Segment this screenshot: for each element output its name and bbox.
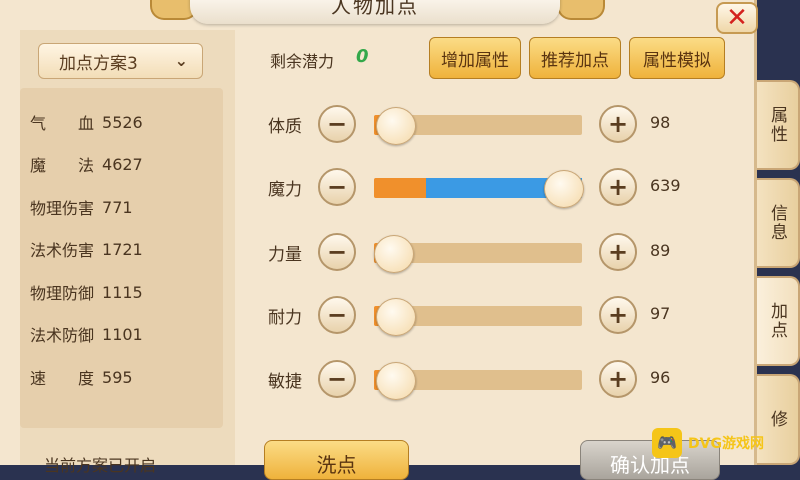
- attr-slider[interactable]: [374, 170, 584, 208]
- tab-label: 属性: [767, 106, 787, 144]
- stat-row-phys-dmg: 物理伤害 771: [30, 195, 133, 219]
- stat-label: 魔 法: [30, 156, 95, 175]
- stat-value: 1101: [102, 324, 143, 344]
- plus-icon: +: [607, 365, 629, 393]
- attr-slider[interactable]: [374, 298, 582, 336]
- stat-row-phys-def: 物理防御 1115: [30, 280, 143, 304]
- stat-label: 气 血: [30, 114, 95, 133]
- attr-row-magic: 魔力 − + 639: [268, 165, 688, 209]
- attr-label: 魔力: [268, 180, 302, 200]
- stat-row-mp: 魔 法 4627: [30, 152, 143, 176]
- title-ornament-right: [557, 0, 605, 20]
- tab-label: 加点: [767, 302, 787, 340]
- stat-label: 法术防御: [30, 326, 95, 345]
- increase-button[interactable]: +: [599, 233, 637, 271]
- decrease-button[interactable]: −: [318, 168, 356, 206]
- stat-label: 法术伤害: [30, 241, 95, 260]
- attr-label: 敏捷: [268, 372, 302, 392]
- plan-selector-label: 加点方案3: [59, 53, 138, 74]
- close-icon: ✕: [726, 3, 748, 33]
- attr-value: 639: [650, 176, 681, 195]
- stat-value: 1721: [102, 239, 143, 259]
- attr-value: 98: [650, 113, 671, 132]
- stat-row-magic-def: 法术防御 1101: [30, 322, 143, 346]
- attr-value: 96: [650, 368, 671, 387]
- stat-value: 595: [102, 367, 133, 387]
- plus-icon: +: [607, 238, 629, 266]
- increase-button[interactable]: +: [599, 168, 637, 206]
- tab-attributes[interactable]: 属性: [757, 80, 800, 170]
- stat-row-hp: 气 血 5526: [30, 110, 143, 134]
- minus-icon: −: [326, 173, 348, 201]
- tab-add-points[interactable]: 加点: [757, 276, 800, 366]
- stat-value: 5526: [102, 112, 143, 132]
- decrease-button[interactable]: −: [318, 360, 356, 398]
- attr-label: 耐力: [268, 308, 302, 328]
- wash-points-button[interactable]: 洗点: [264, 440, 409, 480]
- stat-value: 1115: [102, 282, 143, 302]
- decrease-button[interactable]: −: [318, 296, 356, 334]
- attr-row-constitution: 体质 − + 98: [268, 102, 688, 146]
- minus-icon: −: [326, 365, 348, 393]
- decrease-button[interactable]: −: [318, 233, 356, 271]
- attr-label: 力量: [268, 245, 302, 265]
- plan-selector[interactable]: 加点方案3 ⌄: [38, 43, 203, 79]
- minus-icon: −: [326, 301, 348, 329]
- slider-knob[interactable]: [376, 362, 416, 400]
- minus-icon: −: [326, 238, 348, 266]
- simulate-attribute-button[interactable]: 属性模拟: [629, 37, 725, 79]
- add-attribute-button[interactable]: 增加属性: [429, 37, 521, 79]
- plus-icon: +: [607, 173, 629, 201]
- plus-icon: +: [607, 301, 629, 329]
- potential-value: 0: [356, 46, 369, 67]
- attr-slider[interactable]: [374, 107, 582, 145]
- attr-row-endurance: 耐力 − + 97: [268, 293, 688, 337]
- page-title: 人物加点: [331, 0, 419, 18]
- stat-list: 气 血 5526 魔 法 4627 物理伤害 771 法术伤害 1721 物理防…: [20, 88, 223, 428]
- attr-row-strength: 力量 − + 89: [268, 230, 688, 274]
- stat-row-magic-dmg: 法术伤害 1721: [30, 237, 143, 261]
- base-fill: [374, 178, 426, 198]
- tab-info[interactable]: 信息: [757, 178, 800, 268]
- attr-slider[interactable]: [374, 235, 582, 273]
- watermark-text: DVG游戏网: [688, 435, 764, 452]
- potential-label: 剩余潜力: [270, 52, 335, 71]
- chevron-down-icon: ⌄: [174, 51, 188, 70]
- stat-row-speed: 速 度 595: [30, 365, 133, 389]
- slider-knob[interactable]: [376, 107, 416, 145]
- slider-knob[interactable]: [376, 298, 416, 336]
- attr-value: 97: [650, 304, 671, 323]
- increase-button[interactable]: +: [599, 360, 637, 398]
- watermark: 🎮 DVG游戏网: [652, 420, 800, 465]
- attr-slider[interactable]: [374, 362, 582, 400]
- slider-knob[interactable]: [544, 170, 584, 208]
- plan-status-note: 当前方案已开启: [44, 456, 157, 475]
- plus-icon: +: [607, 110, 629, 138]
- attr-row-agility: 敏捷 − + 96: [268, 357, 688, 401]
- close-button[interactable]: ✕: [716, 2, 758, 34]
- title-banner: 人物加点: [190, 0, 560, 24]
- attr-value: 89: [650, 241, 671, 260]
- stat-label: 速 度: [30, 369, 95, 388]
- increase-button[interactable]: +: [599, 296, 637, 334]
- tab-label: 信息: [767, 204, 787, 242]
- gamepad-icon: 🎮: [652, 427, 682, 458]
- slider-knob[interactable]: [374, 235, 414, 273]
- attribute-panel: 人物加点 ✕ 加点方案3 ⌄ 气 血 5526 魔 法 4627 物理伤害 77…: [0, 0, 758, 480]
- stat-label: 物理伤害: [30, 199, 95, 218]
- minus-icon: −: [326, 110, 348, 138]
- recommend-points-button[interactable]: 推荐加点: [529, 37, 621, 79]
- increase-button[interactable]: +: [599, 105, 637, 143]
- stat-value: 771: [102, 197, 133, 217]
- stat-value: 4627: [102, 154, 143, 174]
- decrease-button[interactable]: −: [318, 105, 356, 143]
- attr-label: 体质: [268, 117, 302, 137]
- stat-label: 物理防御: [30, 284, 95, 303]
